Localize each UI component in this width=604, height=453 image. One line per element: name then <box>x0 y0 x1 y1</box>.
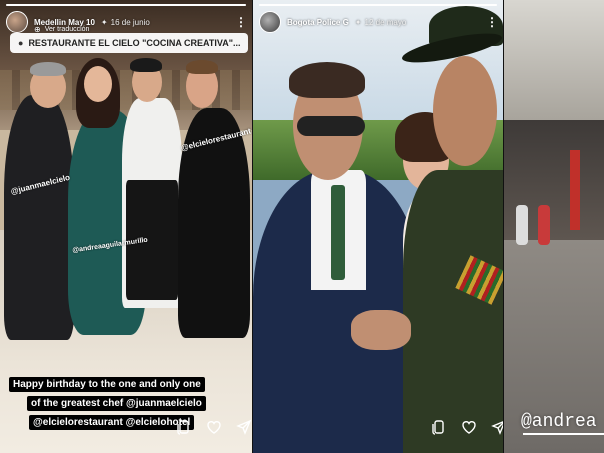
story-date: 12 de mayo <box>364 17 407 27</box>
story-progress-bar <box>6 4 246 6</box>
caption-line: of the greatest chef @juanmaelcielo <box>27 396 206 411</box>
location-sticker[interactable]: ● RESTAURANTE EL CIELO "COCINA CREATIVA"… <box>10 33 249 53</box>
more-options-icon[interactable]: ⋮ <box>486 16 498 28</box>
avatar[interactable] <box>259 11 281 33</box>
copy-icon[interactable] <box>176 419 192 435</box>
story-progress-bar <box>259 4 497 6</box>
story-date: 16 de junio <box>110 17 150 27</box>
mention-underline <box>523 433 604 435</box>
story-header: Bogota Police G ✦ 12 de mayo ⋮ <box>259 10 498 34</box>
send-icon[interactable] <box>491 419 503 435</box>
copy-icon[interactable] <box>431 419 447 435</box>
avatar[interactable] <box>6 11 28 33</box>
story-username[interactable]: Bogota Police G <box>287 18 349 27</box>
heart-icon[interactable] <box>461 419 477 435</box>
story-2-photo <box>253 0 503 453</box>
translate-label: Ver traducción <box>44 26 90 33</box>
story-date-icon: ✦ <box>100 17 108 27</box>
send-icon[interactable] <box>236 419 252 435</box>
heart-icon[interactable] <box>206 419 222 435</box>
story-date-icon: ✦ <box>354 17 362 27</box>
story-panel-2[interactable]: Bogota Police G ✦ 12 de mayo ⋮ <box>253 0 503 453</box>
mention-andrea[interactable]: @andrea <box>521 412 597 432</box>
caption-line: Happy birthday to the one and only one <box>9 377 205 392</box>
location-label: RESTAURANTE EL CIELO "COCINA CREATIVA"..… <box>28 38 241 48</box>
more-options-icon[interactable]: ⋮ <box>235 16 247 28</box>
story-actions <box>431 419 503 435</box>
story-3-photo <box>504 0 604 453</box>
story-panel-1[interactable]: Medellin May 10 ✦ 16 de junio ⋮ ⊕ Ver tr… <box>0 0 252 453</box>
location-pin-icon: ● <box>18 38 24 48</box>
story-panel-3[interactable] <box>504 0 604 453</box>
caption-line: @elcielorestaurant @elcielohotel <box>29 415 195 430</box>
story-actions <box>176 419 252 435</box>
